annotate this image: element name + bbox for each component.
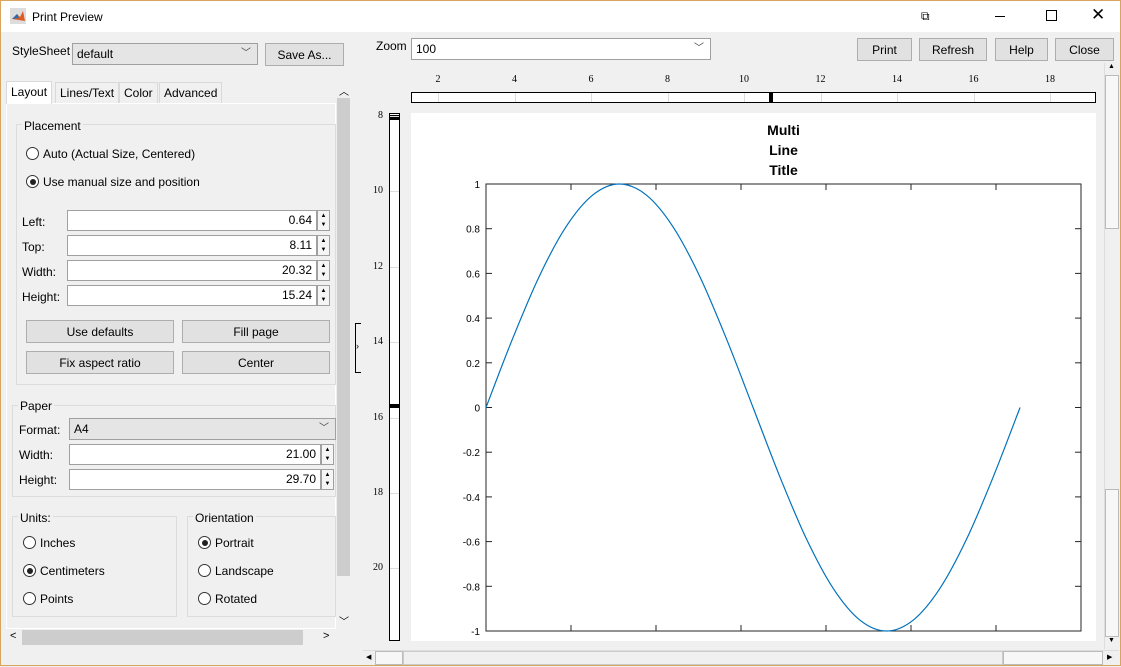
scroll-thumb[interactable] bbox=[403, 651, 1003, 665]
y-tick-label: 0 bbox=[474, 404, 480, 415]
tab-layout[interactable]: Layout bbox=[6, 81, 53, 104]
scroll-down-icon[interactable]: ▼ bbox=[1108, 637, 1115, 644]
y-tick-label: 0.6 bbox=[466, 269, 480, 280]
y-tick-label: 1 bbox=[474, 180, 480, 191]
chart-title-line: Line bbox=[769, 142, 798, 158]
scroll-track-right[interactable] bbox=[1003, 651, 1103, 665]
scroll-thumb[interactable] bbox=[1105, 75, 1119, 229]
scroll-left-icon[interactable]: ◀ bbox=[366, 653, 371, 661]
y-tick-label: -0.4 bbox=[463, 493, 481, 504]
y-tick-label: 0.4 bbox=[466, 314, 480, 325]
y-tick-label: -1 bbox=[471, 627, 480, 638]
y-tick-label: -0.2 bbox=[463, 448, 481, 459]
preview-vertical-scrollbar[interactable]: ▲ ▼ bbox=[1104, 63, 1119, 649]
scroll-right-icon[interactable]: ▶ bbox=[1107, 653, 1112, 661]
y-tick-label: 0.2 bbox=[466, 359, 480, 370]
scroll-track-left[interactable] bbox=[375, 651, 403, 665]
y-tick-label: -0.8 bbox=[463, 582, 481, 593]
preview-horizontal-scrollbar[interactable]: ◀ ▶ bbox=[363, 650, 1119, 665]
y-tick-label: -0.6 bbox=[463, 538, 481, 549]
plot-axes-box bbox=[485, 183, 1082, 632]
scroll-up-icon[interactable]: ▲ bbox=[1108, 63, 1115, 70]
print-preview-window: Print Preview ⧉ ✕ StyleSheet default ﹀ Sa… bbox=[0, 0, 1121, 666]
y-tick-label: 0.8 bbox=[466, 225, 480, 236]
chart-title-line: Multi bbox=[767, 122, 800, 138]
chart-title-line: Title bbox=[769, 162, 798, 178]
preview-figure: -1 -0.8 -0.6 -0.4 -0.2 0 0.2 0.4 0.6 0.8 1 Multi Lin… bbox=[463, 122, 1082, 638]
scroll-track-lower[interactable] bbox=[1105, 489, 1119, 637]
